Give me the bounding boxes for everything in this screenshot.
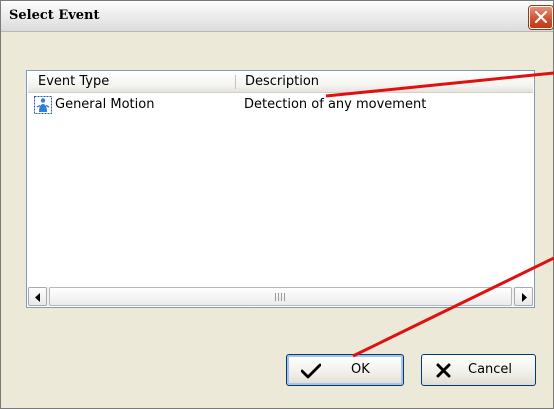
- arrow-left-icon: [35, 293, 40, 302]
- list-item[interactable]: General Motion Detection of any movement: [28, 94, 533, 116]
- cancel-button[interactable]: Cancel: [421, 354, 536, 386]
- scroll-left-button[interactable]: [28, 287, 47, 306]
- motion-event-icon: [34, 96, 52, 114]
- ok-button[interactable]: OK: [286, 354, 404, 386]
- event-list[interactable]: Event Type Description General Motion De…: [26, 70, 535, 308]
- x-icon: [436, 363, 451, 378]
- scroll-right-button[interactable]: [514, 287, 533, 306]
- checkmark-icon: [301, 363, 321, 379]
- close-button[interactable]: [529, 6, 553, 29]
- close-icon: [535, 11, 547, 23]
- ok-label: OK: [351, 362, 370, 377]
- select-event-dialog: Select Event Event Type Description Gene…: [0, 0, 554, 409]
- list-header: Event Type Description: [28, 72, 533, 93]
- horizontal-scrollbar[interactable]: [28, 287, 533, 306]
- scroll-thumb[interactable]: [49, 287, 512, 306]
- cancel-label: Cancel: [468, 362, 513, 377]
- title-bar[interactable]: Select Event: [1, 1, 553, 32]
- arrow-right-icon: [522, 293, 527, 302]
- column-separator[interactable]: [235, 75, 236, 89]
- column-header-event-type[interactable]: Event Type: [38, 74, 109, 89]
- grip-icon: [275, 293, 285, 301]
- column-header-description[interactable]: Description: [245, 74, 319, 89]
- window-title: Select Event: [9, 8, 100, 23]
- description-cell: Detection of any movement: [244, 97, 427, 112]
- event-type-cell: General Motion: [55, 97, 155, 112]
